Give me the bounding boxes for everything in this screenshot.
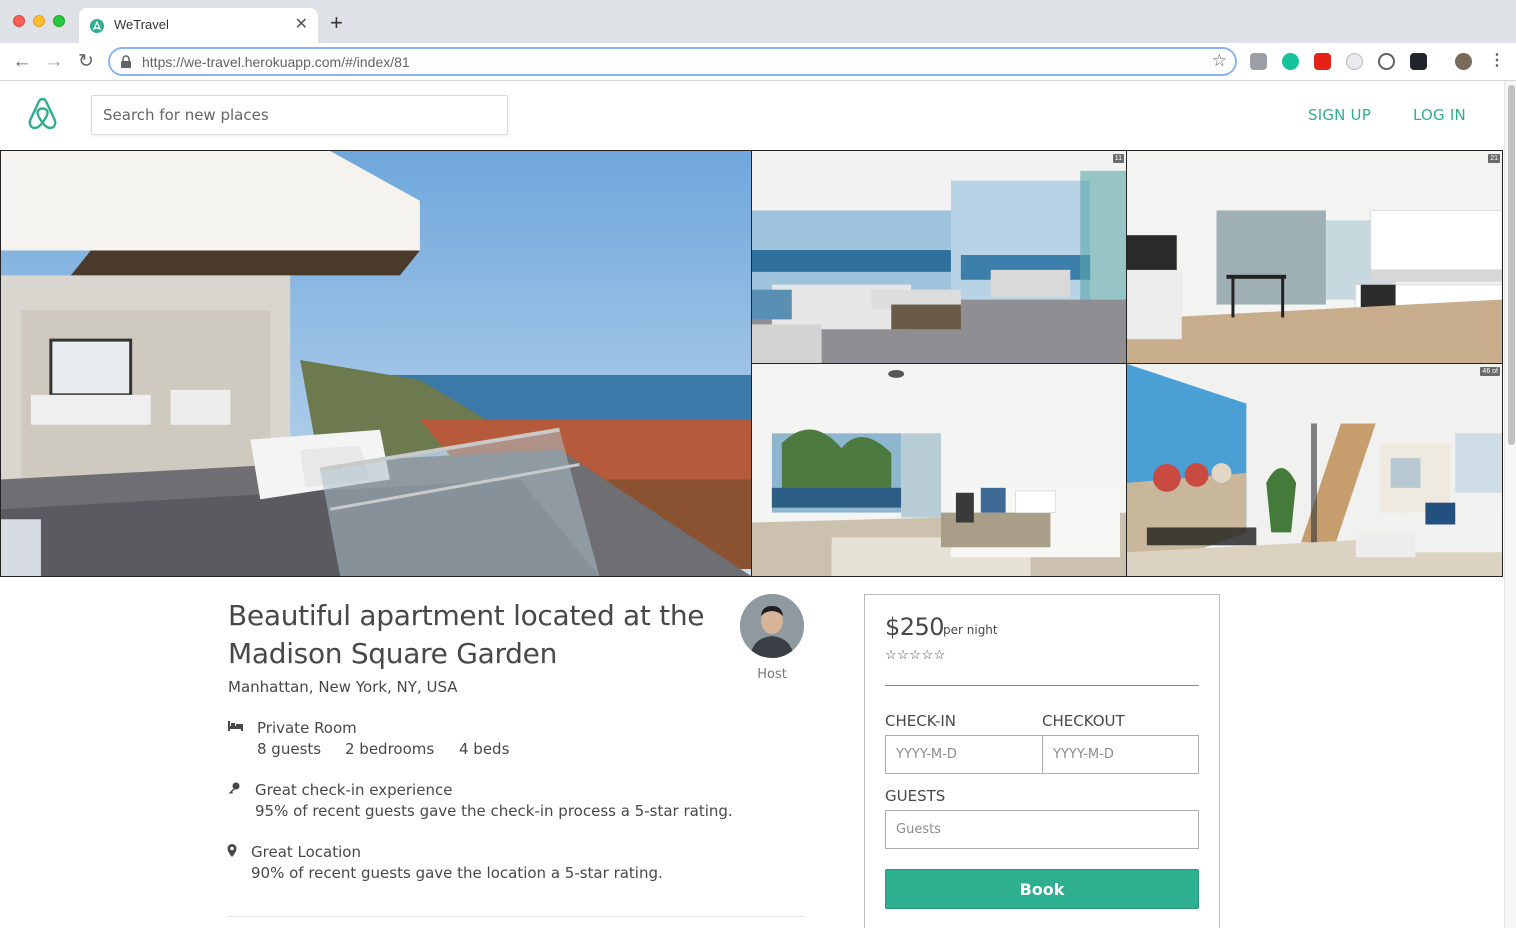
- host-label: Host: [757, 667, 787, 682]
- url-host: https://we-travel.herokuapp.com: [142, 54, 342, 70]
- photo-counter-badge: 21: [1488, 154, 1500, 163]
- page-scrollbar[interactable]: [1504, 81, 1516, 928]
- react-devtools-icon[interactable]: [1410, 53, 1427, 70]
- bed-count: 4 beds: [459, 740, 510, 758]
- airbnb-logo-icon[interactable]: [27, 97, 58, 130]
- address-bar[interactable]: https://we-travel.herokuapp.com/#/index/…: [108, 47, 1237, 76]
- new-tab-button[interactable]: +: [330, 12, 343, 34]
- zoom-window-button[interactable]: [53, 15, 65, 27]
- scrollbar-thumb[interactable]: [1508, 85, 1515, 445]
- extension-icon[interactable]: [1378, 53, 1395, 70]
- checkin-date-input[interactable]: [885, 735, 1043, 774]
- checkin-text: 95% of recent guests gave the check-in p…: [255, 802, 733, 820]
- search-input[interactable]: [91, 95, 508, 135]
- room-type: Private Room: [257, 719, 357, 737]
- extension-icon[interactable]: [1346, 53, 1363, 70]
- close-tab-icon[interactable]: ✕: [295, 14, 308, 34]
- site-header: SIGN UP LOG IN: [0, 81, 1504, 150]
- location-text: 90% of recent guests gave the location a…: [251, 864, 663, 882]
- gallery-photo-living-room[interactable]: 11: [751, 150, 1127, 364]
- key-icon: [229, 782, 240, 794]
- photo-gallery: 11 21 46 of: [0, 150, 1504, 577]
- location-title: Great Location: [251, 843, 361, 861]
- gallery-photo-bedroom[interactable]: [751, 363, 1127, 577]
- browser-tab-bar: WeTravel ✕ +: [0, 0, 1516, 43]
- bed-icon: [228, 721, 243, 731]
- booking-card: $250 per night ☆☆☆☆☆ CHECK-IN CHECKOUT G…: [864, 594, 1220, 928]
- per-night-label: per night: [943, 623, 998, 637]
- checkout-date-input[interactable]: [1042, 735, 1199, 774]
- checkin-label: CHECK-IN: [885, 712, 957, 730]
- listing-title: Beautiful apartment located at the Madis…: [228, 599, 705, 670]
- page: SIGN UP LOG IN: [0, 81, 1504, 928]
- url-path: /#/index/81: [341, 54, 410, 70]
- url-text: https://we-travel.herokuapp.com/#/index/…: [142, 54, 410, 70]
- listing-location: Manhattan, New York, NY, USA: [228, 678, 458, 696]
- gallery-photo-kitchen[interactable]: 21: [1126, 150, 1503, 364]
- section-divider: [228, 916, 804, 917]
- guests-input[interactable]: [885, 810, 1199, 849]
- back-button[interactable]: ←: [11, 51, 33, 73]
- card-divider: [885, 685, 1199, 686]
- minimize-window-button[interactable]: [33, 15, 45, 27]
- favicon-icon: [90, 19, 104, 33]
- photo-counter-badge: 11: [1112, 154, 1124, 163]
- host-avatar[interactable]: [740, 594, 804, 658]
- profile-avatar[interactable]: [1455, 53, 1472, 70]
- bookmark-star-icon[interactable]: ☆: [1212, 51, 1227, 71]
- rating-stars-icon: ☆☆☆☆☆: [885, 647, 946, 662]
- close-window-button[interactable]: [13, 15, 25, 27]
- checkin-title: Great check-in experience: [255, 781, 453, 799]
- grammarly-icon[interactable]: [1282, 53, 1299, 70]
- log-in-link[interactable]: LOG IN: [1413, 106, 1466, 124]
- gallery-photo-lounge[interactable]: 46 of: [1126, 363, 1503, 577]
- guest-count: 8 guests: [257, 740, 322, 758]
- lock-icon: [121, 55, 131, 68]
- extension-icon[interactable]: [1250, 53, 1267, 70]
- browser-toolbar: ← → ↻ https://we-travel.herokuapp.com/#/…: [0, 43, 1516, 81]
- forward-button[interactable]: →: [43, 51, 65, 73]
- photo-counter-badge: 46 of: [1480, 367, 1500, 376]
- book-button[interactable]: Book: [885, 869, 1199, 909]
- bedroom-count: 2 bedrooms: [345, 740, 435, 758]
- guests-label: GUESTS: [885, 787, 946, 805]
- checkout-label: CHECKOUT: [1042, 712, 1125, 730]
- sign-up-link[interactable]: SIGN UP: [1308, 106, 1371, 124]
- browser-menu-icon[interactable]: ⋮: [1489, 51, 1505, 71]
- pin-icon: [227, 844, 237, 857]
- youtube-extension-icon[interactable]: [1314, 53, 1331, 70]
- gallery-photo-main[interactable]: [0, 150, 752, 577]
- tab-title: WeTravel: [114, 17, 169, 32]
- browser-tab[interactable]: WeTravel ✕: [79, 8, 318, 43]
- price: $250: [885, 613, 945, 641]
- reload-button[interactable]: ↻: [75, 51, 97, 73]
